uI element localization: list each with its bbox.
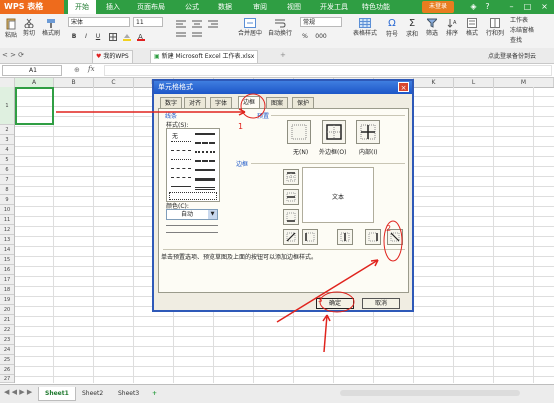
arrow-to-ok-button	[323, 314, 328, 353]
annotation-step-1: 1	[238, 122, 244, 131]
arrow-to-diagonal-button	[276, 259, 379, 323]
ok-button-highlight-circle	[319, 291, 355, 313]
annotation-step-2: 2	[386, 224, 392, 233]
annotation-step-3: 3	[318, 296, 323, 304]
annotation-overlay	[56, 93, 403, 353]
border-tab-highlight-circle	[240, 93, 266, 119]
